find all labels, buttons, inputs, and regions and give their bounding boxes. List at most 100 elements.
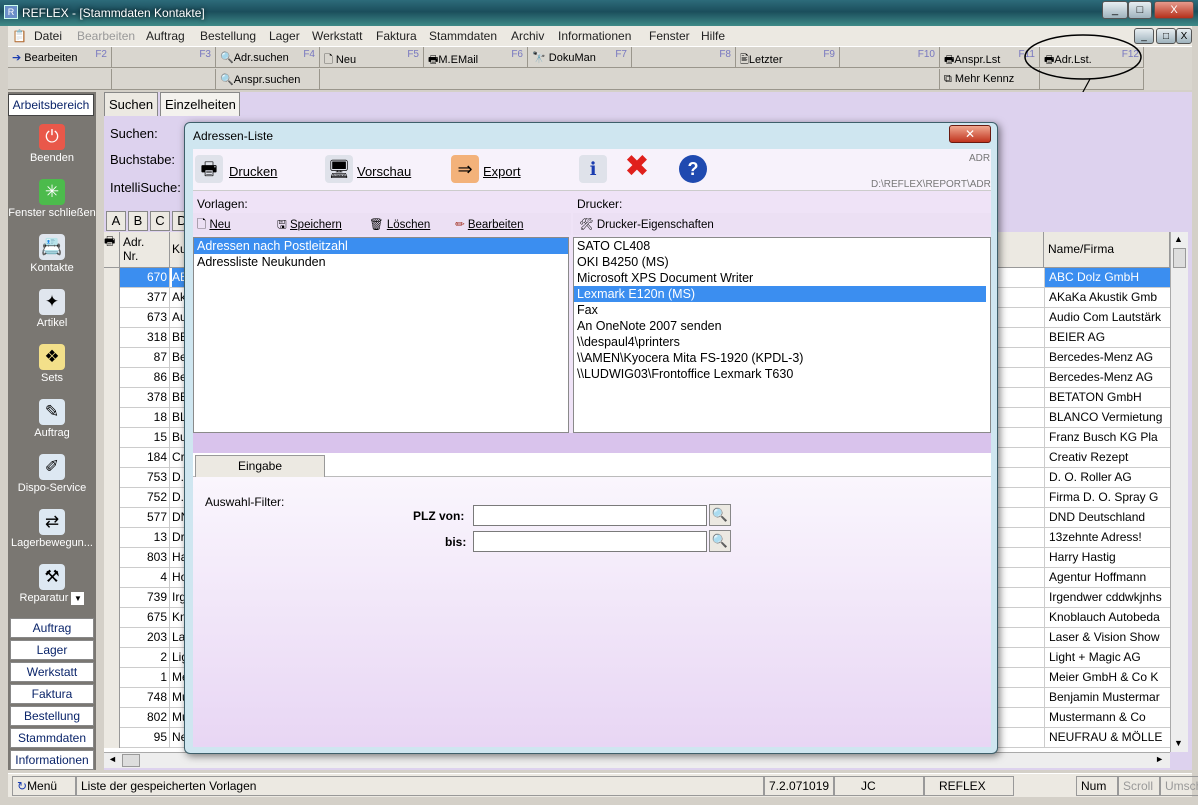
row-selector[interactable] (104, 728, 120, 748)
row-selector[interactable] (104, 708, 120, 728)
row-selector[interactable] (104, 428, 120, 448)
help-icon[interactable]: ? (679, 155, 707, 183)
fkey-f10[interactable]: F10 (840, 47, 940, 68)
template-item[interactable]: Adressen nach Postleitzahl (194, 238, 568, 254)
fkey-adr-suchen[interactable]: 🔍Adr.suchen F4 (216, 47, 320, 68)
template-edit-button[interactable]: ✏ Bearbeiten (455, 217, 523, 231)
scroll-right-icon[interactable]: ► (1155, 754, 1164, 764)
row-selector[interactable] (104, 408, 120, 428)
menu-icon[interactable]: 📋 (12, 29, 27, 43)
fkey-m-email[interactable]: 🖶M.EMail F6 (424, 47, 528, 68)
row-selector[interactable] (104, 628, 120, 648)
sidebar-item-dispo-service[interactable]: ✐ Dispo-Service (8, 454, 96, 494)
scroll-left-icon[interactable]: ◄ (108, 754, 117, 764)
sidebar-item-lagerbewegungen[interactable]: ⇄ Lagerbewegun... (8, 509, 96, 549)
menu-stammdaten[interactable]: Stammdaten (429, 29, 497, 43)
sidebar-item-reparatur[interactable]: ⚒ Reparatur ▼ (8, 564, 96, 605)
row-selector[interactable] (104, 648, 120, 668)
preview-button[interactable]: Vorschau (357, 164, 411, 179)
menu-bestellung[interactable]: Bestellung (200, 29, 256, 43)
horizontal-scrollbar[interactable]: ◄ ► (104, 752, 1170, 768)
row-selector[interactable] (104, 508, 120, 528)
printer-item[interactable]: \\despaul4\printers (574, 334, 990, 350)
column-header-nr[interactable]: Adr. Nr. (120, 232, 170, 268)
row-selector[interactable] (104, 488, 120, 508)
plz-to-search-button[interactable]: 🔍 (709, 530, 731, 552)
splitter-bar[interactable] (193, 433, 991, 453)
tab-eingabe[interactable]: Eingabe (195, 455, 325, 477)
fkey-bearbeiten[interactable]: ➔ Bearbeiten F2 (8, 47, 112, 68)
letter-a-button[interactable]: A (106, 211, 126, 231)
scroll-down-icon[interactable]: ▼ (1174, 738, 1183, 748)
letter-c-button[interactable]: C (150, 211, 170, 231)
nav-faktura[interactable]: Faktura (10, 684, 94, 704)
chevron-down-icon[interactable]: ▼ (71, 592, 85, 605)
tab-suchen[interactable]: Suchen (104, 92, 158, 116)
nav-stammdaten[interactable]: Stammdaten (10, 728, 94, 748)
row-selector[interactable] (104, 288, 120, 308)
nav-informationen[interactable]: Informationen (10, 750, 94, 770)
row-selector[interactable] (104, 468, 120, 488)
mdi-restore-button[interactable]: □ (1156, 28, 1176, 44)
sidebar-item-fenster-schliessen[interactable]: ✳ Fenster schließen (8, 179, 96, 219)
row-selector[interactable] (104, 568, 120, 588)
nav-auftrag[interactable]: Auftrag (10, 618, 94, 638)
printer-list[interactable]: SATO CL408 OKI B4250 (MS) Microsoft XPS … (573, 237, 991, 433)
vertical-scrollbar[interactable]: ▲ ▼ (1170, 232, 1188, 752)
printer-item[interactable]: Microsoft XPS Document Writer (574, 270, 990, 286)
nav-lager[interactable]: Lager (10, 640, 94, 660)
fkey-f3[interactable]: F3 (112, 47, 216, 68)
printer-item[interactable]: SATO CL408 (574, 238, 990, 254)
sidebar-item-artikel[interactable]: ✦ Artikel (8, 289, 96, 329)
plz-from-search-button[interactable]: 🔍 (709, 504, 731, 526)
menu-bearbeiten[interactable]: Bearbeiten (77, 29, 135, 43)
sidebar-header[interactable]: Arbeitsbereich (8, 94, 94, 116)
plz-to-field[interactable] (473, 531, 707, 552)
fkey-anspr-suchen[interactable]: 🔍Anspr.suchen (216, 69, 320, 90)
fkey-letzter[interactable]: 🖹Letzter F9 (736, 47, 840, 68)
hscrollbar-thumb[interactable] (122, 754, 140, 767)
row-selector[interactable] (104, 688, 120, 708)
row-selector[interactable] (104, 328, 120, 348)
sidebar-item-kontakte[interactable]: 📇 Kontakte (8, 234, 96, 274)
row-selector[interactable] (104, 368, 120, 388)
menu-werkstatt[interactable]: Werkstatt (312, 29, 362, 43)
sidebar-item-beenden[interactable]: ⏻ Beenden (8, 124, 96, 164)
row-selector[interactable] (104, 268, 120, 288)
row-selector[interactable] (104, 548, 120, 568)
print-icon[interactable]: 🖶 (104, 232, 120, 268)
mdi-close-button[interactable]: X (1176, 28, 1192, 44)
printer-item[interactable]: \\LUDWIG03\Frontoffice Lexmark T630 (574, 366, 990, 382)
menu-lager[interactable]: Lager (269, 29, 300, 43)
letter-b-button[interactable]: B (128, 211, 148, 231)
print-button[interactable]: Drucken (229, 164, 277, 179)
scroll-up-icon[interactable]: ▲ (1174, 234, 1183, 244)
row-selector[interactable] (104, 448, 120, 468)
menu-hilfe[interactable]: Hilfe (701, 29, 725, 43)
scrollbar-thumb[interactable] (1173, 248, 1186, 268)
template-new-button[interactable]: 🗋 Neu (197, 217, 231, 236)
menu-datei[interactable]: Datei (34, 29, 62, 43)
sidebar-item-sets[interactable]: ❖ Sets (8, 344, 96, 384)
menu-informationen[interactable]: Informationen (558, 29, 631, 43)
printer-properties-button[interactable]: 🛠 Drucker-Eigenschaften (579, 217, 714, 231)
printer-item[interactable]: OKI B4250 (MS) (574, 254, 990, 270)
menu-button[interactable]: ↻Menü (12, 776, 76, 796)
row-selector[interactable] (104, 348, 120, 368)
minimize-button[interactable]: _ (1102, 1, 1128, 19)
menu-archiv[interactable]: Archiv (511, 29, 544, 43)
sidebar-item-auftrag[interactable]: ✎ Auftrag (8, 399, 96, 439)
dialog-close-button[interactable]: ✕ (949, 125, 991, 143)
templates-list[interactable]: Adressen nach Postleitzahl Adressliste N… (193, 237, 569, 433)
fkey-neu[interactable]: 🗋 Neu F5 (320, 47, 424, 68)
delete-icon[interactable]: ✖ (623, 152, 651, 182)
fkey-f8[interactable]: F8 (632, 47, 736, 68)
close-button[interactable]: X (1154, 1, 1194, 19)
menu-faktura[interactable]: Faktura (376, 29, 417, 43)
info-icon[interactable]: ℹ (579, 155, 607, 183)
row-selector[interactable] (104, 528, 120, 548)
column-header-name[interactable]: Name/Firma (1044, 232, 1170, 268)
row-selector[interactable] (104, 308, 120, 328)
nav-werkstatt[interactable]: Werkstatt (10, 662, 94, 682)
row-selector[interactable] (104, 608, 120, 628)
